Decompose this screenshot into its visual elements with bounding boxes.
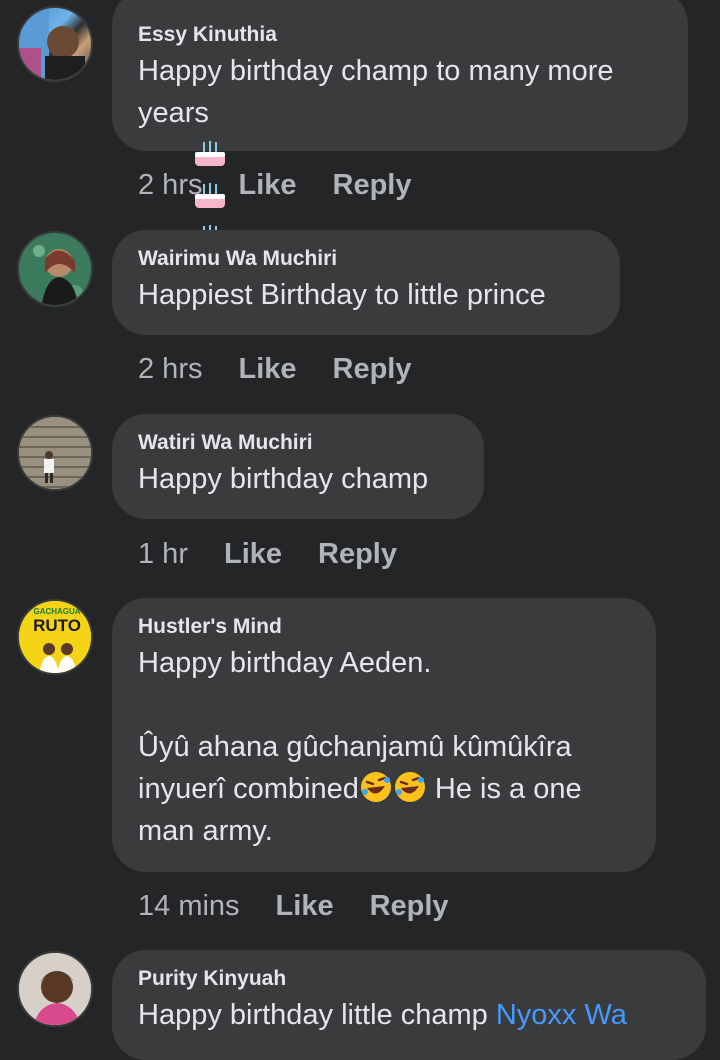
comment-author[interactable]: Essy Kinuthia	[138, 20, 662, 50]
comment-bubble: Wairimu Wa Muchiri Happiest Birthday to …	[112, 230, 620, 335]
birthday-cake-icon	[195, 141, 226, 166]
like-button[interactable]: Like	[224, 538, 282, 571]
avatar-caption: GACHAGUA	[33, 607, 80, 616]
comment-actions: 2 hrs Like Reply	[138, 349, 448, 389]
comment-author[interactable]: Watiri Wa Muchiri	[138, 428, 458, 458]
reply-button[interactable]: Reply	[333, 169, 412, 202]
avatar[interactable]	[17, 231, 93, 307]
rolling-laughing-emoji-icon	[394, 772, 425, 802]
reply-button[interactable]: Reply	[370, 890, 449, 923]
like-button[interactable]: Like	[238, 353, 296, 386]
comment-text: Happiest Birthday to little prince	[138, 279, 546, 311]
comment-text: Happy birthday Aeden. Ûyû ahana gûchanjam…	[138, 647, 582, 847]
comment-actions: 2 hrs Like Reply	[138, 165, 448, 205]
comment-bubble: Purity Kinyuah Happy birthday little cha…	[112, 950, 706, 1060]
profile-photo-icon	[19, 233, 91, 305]
like-button[interactable]: Like	[238, 169, 296, 202]
comment-actions: 1 hr Like Reply	[138, 534, 433, 574]
comment-time[interactable]: 1 hr	[138, 538, 188, 571]
comment-author[interactable]: Wairimu Wa Muchiri	[138, 244, 594, 274]
rolling-laughing-emoji-icon	[360, 772, 391, 802]
comment-text: Happy birthday champ	[138, 463, 429, 495]
avatar[interactable]	[17, 951, 93, 1027]
comment-actions: 14 mins Like Reply	[138, 886, 485, 926]
comment-text: Happy birthday little champ Nyoxx Wa	[138, 999, 627, 1031]
avatar[interactable]: GACHAGUA RUTO	[17, 599, 93, 675]
mention-link[interactable]: Nyoxx Wa	[496, 999, 627, 1031]
profile-photo-icon	[19, 417, 91, 489]
comment-time[interactable]: 14 mins	[138, 890, 240, 923]
avatar[interactable]	[17, 415, 93, 491]
profile-photo-icon	[19, 953, 91, 1025]
comment-bubble: Essy Kinuthia Happy birthday champ to ma…	[112, 0, 688, 250]
comment-time[interactable]: 2 hrs	[138, 169, 202, 202]
comment-author[interactable]: Hustler's Mind	[138, 612, 630, 642]
like-button[interactable]: Like	[276, 890, 334, 923]
comment-time[interactable]: 2 hrs	[138, 353, 202, 386]
avatar-logo-text: RUTO	[33, 616, 81, 635]
comment-author[interactable]: Purity Kinyuah	[138, 964, 680, 994]
avatar[interactable]	[17, 6, 93, 82]
comment-bubble: Hustler's Mind Happy birthday Aeden. Ûyû …	[112, 598, 656, 872]
reply-button[interactable]: Reply	[333, 353, 412, 386]
profile-photo-icon	[19, 8, 85, 80]
reply-button[interactable]: Reply	[318, 538, 397, 571]
comment-bubble: Watiri Wa Muchiri Happy birthday champ	[112, 414, 484, 519]
profile-photo-icon: GACHAGUA RUTO	[19, 601, 91, 673]
